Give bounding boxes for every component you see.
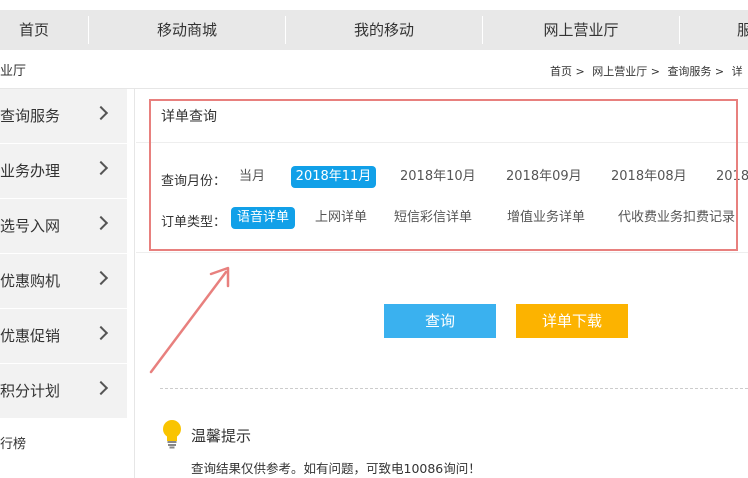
- nav-item-online-hall[interactable]: 网上营业厅: [483, 10, 679, 50]
- sidebar-item-label: 查询服务: [0, 107, 61, 125]
- breadcrumb-online-hall[interactable]: 网上营业厅 >: [592, 65, 660, 78]
- nav-item-home[interactable]: 首页: [0, 10, 88, 50]
- nav-item-mall[interactable]: 移动商城: [89, 10, 285, 50]
- sidebar-item-label: 优惠促销: [0, 327, 61, 345]
- breadcrumb-home[interactable]: 首页 >: [550, 65, 585, 78]
- query-button[interactable]: 查询: [384, 304, 496, 338]
- top-nav: 首页 移动商城 我的移动 网上营业厅 服: [0, 10, 748, 50]
- sidebar-item-phone-deals[interactable]: 优惠购机: [0, 254, 127, 308]
- tips-text: 查询结果仅供参考。如有问题，可致电10086询问！: [191, 461, 481, 476]
- breadcrumb-query-service[interactable]: 查询服务 >: [667, 65, 724, 78]
- sidebar-item-label: 业务办理: [0, 162, 61, 180]
- chevron-right-icon: [93, 325, 109, 341]
- sidebar-item-number-select[interactable]: 选号入网: [0, 199, 127, 253]
- chevron-right-icon: [93, 270, 109, 286]
- tips-title: 温馨提示: [191, 427, 252, 445]
- nav-item-service[interactable]: 服: [700, 10, 748, 50]
- download-detail-button[interactable]: 详单下载: [516, 304, 628, 338]
- breadcrumb: 首页 > 网上营业厅 > 查询服务 > 详: [550, 62, 747, 82]
- sidebar-item-promotions[interactable]: 优惠促销: [0, 309, 127, 363]
- sidebar-item-points[interactable]: 积分计划: [0, 364, 127, 418]
- sidebar-item-business[interactable]: 业务办理: [0, 144, 127, 198]
- chevron-right-icon: [93, 215, 109, 231]
- lightbulb-icon: [163, 420, 181, 449]
- divider: [136, 252, 748, 253]
- nav-item-my-mobile[interactable]: 我的移动: [286, 10, 482, 50]
- chevron-right-icon: [93, 105, 109, 121]
- sidebar-item-ranking[interactable]: 行榜: [0, 430, 26, 460]
- section-title: 业厅: [0, 64, 27, 79]
- chevron-right-icon: [93, 380, 109, 396]
- sidebar-border: [134, 89, 135, 478]
- sidebar-item-label: 积分计划: [0, 382, 61, 400]
- chevron-right-icon: [93, 160, 109, 176]
- breadcrumb-detail[interactable]: 详: [732, 65, 743, 78]
- sidebar: 查询服务 业务办理 选号入网 优惠购机 优惠促销 积分计划: [0, 89, 128, 478]
- sidebar-item-label: 选号入网: [0, 217, 61, 235]
- sidebar-item-query-service[interactable]: 查询服务: [0, 89, 127, 143]
- annotation-highlight-box: [149, 99, 738, 251]
- nav-separator: [679, 16, 680, 44]
- dashed-divider: [160, 388, 748, 389]
- sidebar-item-label: 优惠购机: [0, 272, 61, 290]
